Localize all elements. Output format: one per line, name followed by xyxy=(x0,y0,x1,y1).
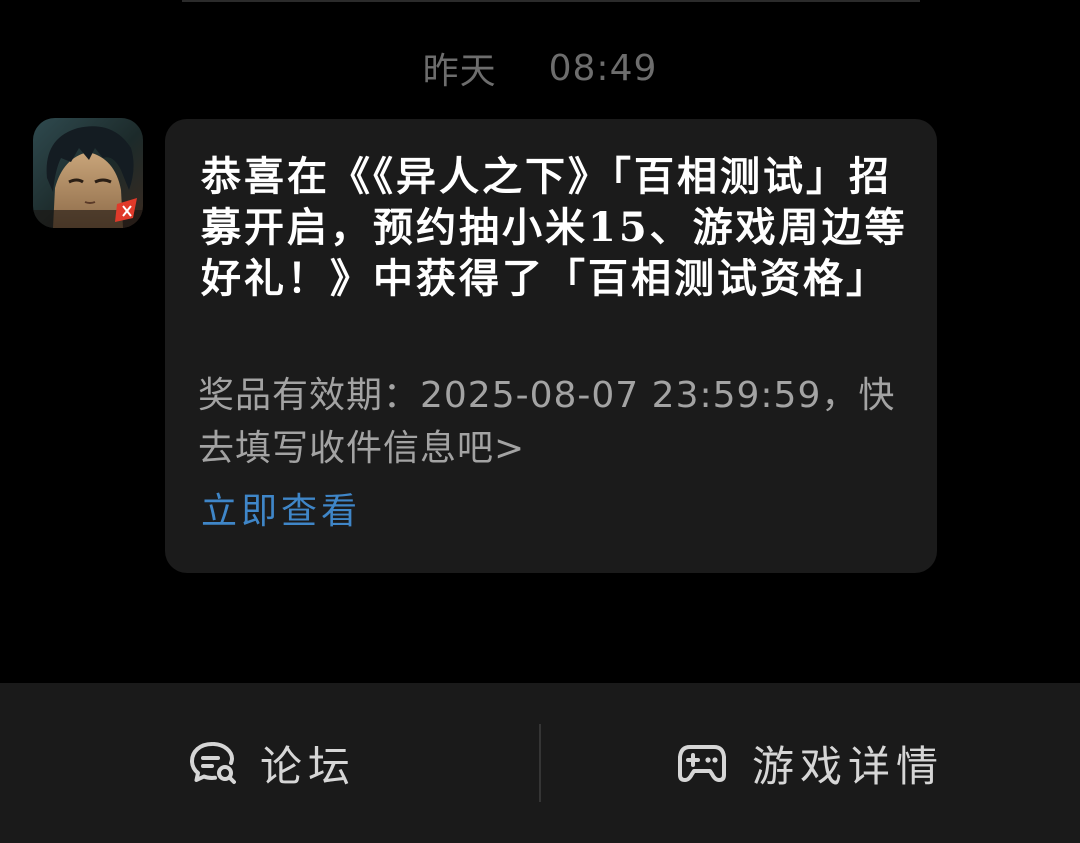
top-divider xyxy=(182,0,920,2)
timestamp-day: 昨天 xyxy=(422,51,497,92)
timestamp-time: 08:49 xyxy=(548,47,658,89)
gamepad-icon xyxy=(676,737,728,789)
game-details-button[interactable]: 游戏详情 xyxy=(676,723,944,803)
message-bubble[interactable]: 恭喜在《《异人之下》「百相测试」招募开启，预约抽小米15、游戏周边等好礼！》中获… xyxy=(165,119,937,573)
game-details-label: 游戏详情 xyxy=(752,741,945,791)
forum-label: 论坛 xyxy=(260,741,357,791)
message-title: 恭喜在《《异人之下》「百相测试」招募开启，预约抽小米15、游戏周边等好礼！》中获… xyxy=(201,153,908,302)
bottom-bar-divider xyxy=(539,724,541,802)
message-timestamp: 昨天 08:49 xyxy=(0,42,1080,94)
game-app-avatar-icon xyxy=(33,118,143,228)
bottom-action-bar: 论坛 游戏详情 xyxy=(0,683,1080,843)
forum-chat-icon xyxy=(186,737,238,789)
sender-avatar[interactable] xyxy=(33,118,143,228)
view-now-link[interactable]: 立即查看 xyxy=(201,486,361,538)
forum-button[interactable]: 论坛 xyxy=(186,723,356,803)
message-body: 奖品有效期：2025-08-07 23:59:59，快去填写收件信息吧> xyxy=(198,375,896,469)
